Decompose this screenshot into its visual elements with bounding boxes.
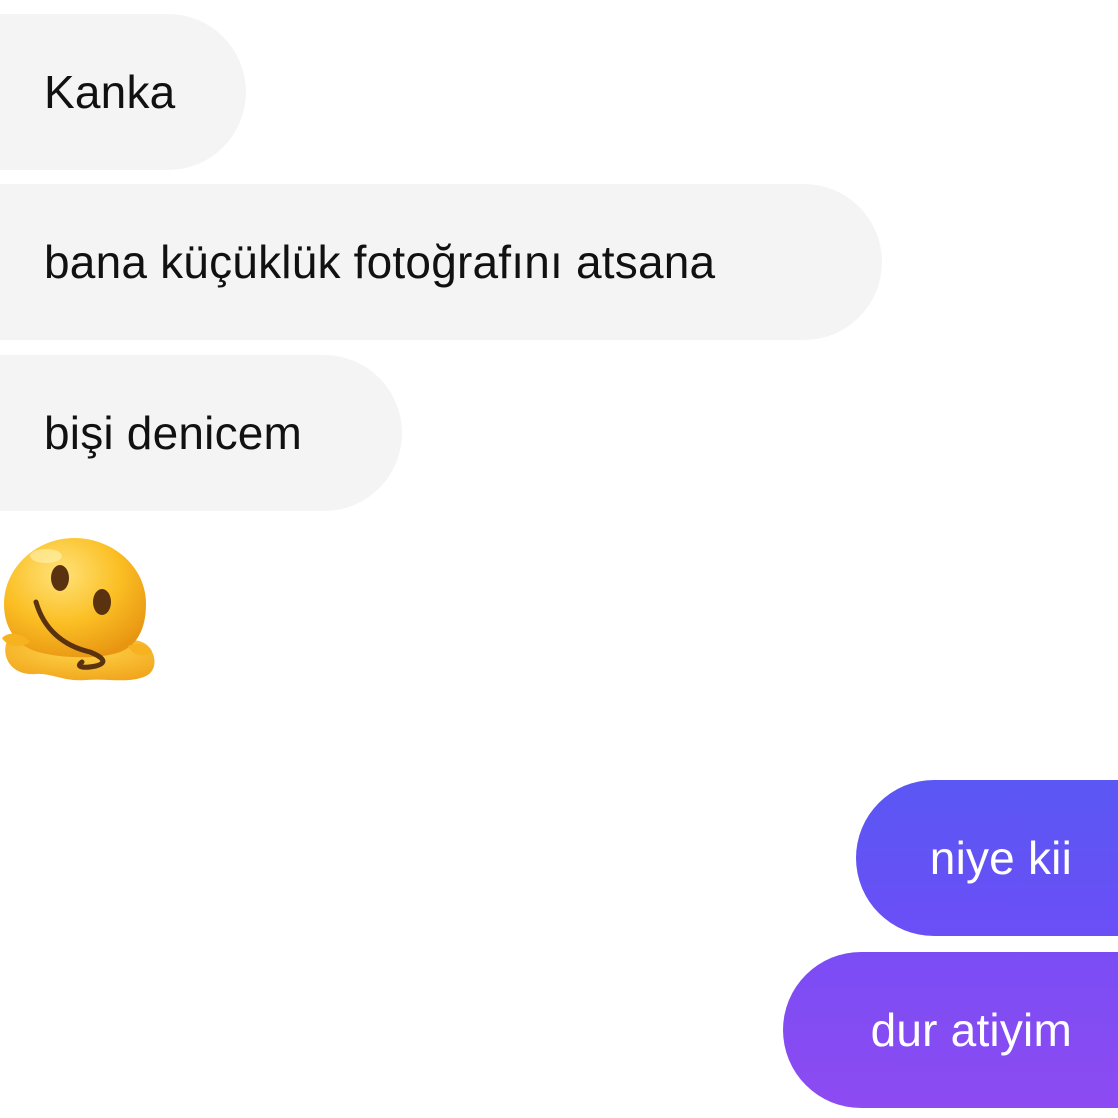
incoming-message[interactable]: bana küçüklük fotoğrafını atsana	[0, 184, 882, 340]
message-text: bişi denicem	[44, 407, 303, 459]
outgoing-message[interactable]: niye kii	[856, 780, 1118, 936]
message-thread: Kanka bana küçüklük fotoğrafını atsana b…	[0, 0, 1118, 1118]
message-text: Kanka	[44, 66, 176, 118]
outgoing-message[interactable]: dur atiyim	[783, 952, 1118, 1108]
incoming-message[interactable]: bişi denicem	[0, 355, 402, 511]
message-text: niye kii	[929, 832, 1072, 884]
melting-face-emoji-icon[interactable]	[0, 534, 160, 686]
incoming-message[interactable]: Kanka	[0, 14, 246, 170]
message-text: dur atiyim	[870, 1004, 1072, 1056]
message-text: bana küçüklük fotoğrafını atsana	[44, 236, 716, 288]
